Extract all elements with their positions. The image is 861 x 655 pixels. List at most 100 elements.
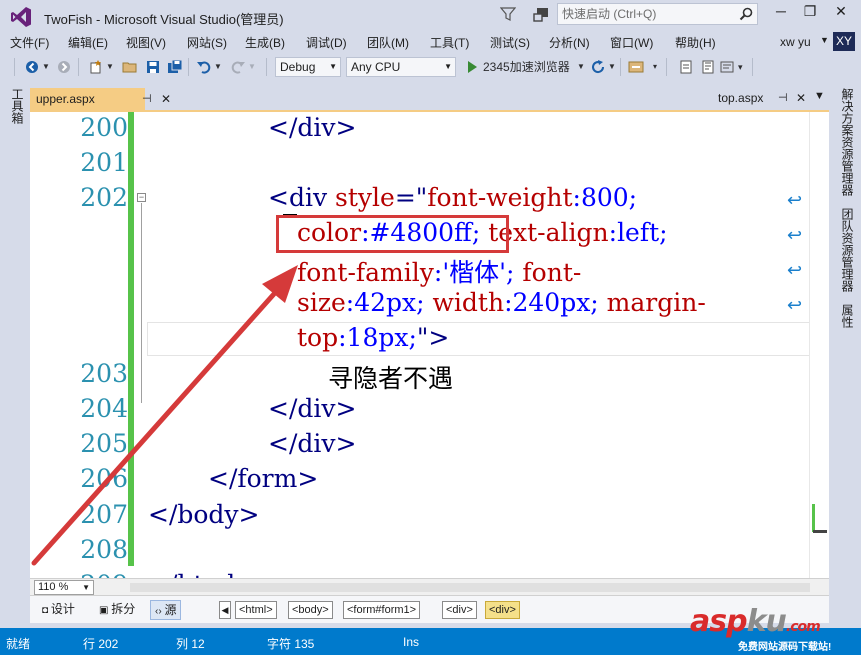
code-token: :18px; bbox=[338, 323, 417, 352]
vertical-scrollbar[interactable] bbox=[809, 112, 829, 578]
menu-help[interactable]: 帮助(H) bbox=[675, 34, 716, 51]
restore-button[interactable]: ❐ bbox=[796, 3, 824, 25]
collapse-icon[interactable]: − bbox=[137, 193, 146, 202]
design-view-button[interactable]: ◘ 设计 bbox=[38, 600, 79, 620]
save-all-icon[interactable] bbox=[167, 59, 183, 75]
menu-view[interactable]: 视图(V) bbox=[126, 34, 166, 51]
toolbar-separator bbox=[752, 58, 753, 76]
redo-dropdown-icon[interactable]: ▼ bbox=[248, 58, 256, 76]
document-outline-icon[interactable] bbox=[678, 59, 694, 75]
code-editor[interactable]: 200 201 202 203 204 205 206 207 208 209 … bbox=[30, 112, 829, 578]
menu-tools[interactable]: 工具(T) bbox=[430, 34, 469, 51]
tab-label: upper.aspx bbox=[36, 92, 95, 106]
feedback-icon[interactable] bbox=[532, 6, 550, 24]
menu-window[interactable]: 窗口(W) bbox=[610, 34, 653, 51]
toolbox-tab[interactable]: 工具箱 bbox=[9, 88, 26, 124]
breadcrumb-div[interactable]: <div> bbox=[442, 601, 477, 619]
run-target-label[interactable]: 2345加速浏览器 bbox=[483, 58, 570, 76]
redo-icon[interactable] bbox=[230, 59, 246, 75]
quick-launch-input[interactable] bbox=[558, 4, 728, 24]
breadcrumb-scroll-left-icon[interactable]: ◀ bbox=[219, 601, 231, 619]
editor-bottom-bar: 110 % ▼ bbox=[30, 578, 829, 595]
horizontal-scrollbar[interactable] bbox=[130, 583, 810, 592]
code-token: =" bbox=[394, 183, 428, 212]
pin-icon[interactable]: ⊣ bbox=[778, 91, 788, 104]
new-dropdown-icon[interactable]: ▼ bbox=[106, 58, 114, 76]
menu-edit[interactable]: 编辑(E) bbox=[68, 34, 108, 51]
annotation-highlight-box bbox=[276, 215, 509, 253]
start-debugging-icon[interactable] bbox=[464, 59, 480, 75]
menu-bar: 文件(F) 编辑(E) 视图(V) 网站(S) 生成(B) 调试(D) 团队(M… bbox=[0, 32, 861, 52]
code-token: <div bbox=[268, 183, 336, 212]
tab-top-aspx[interactable]: top.aspx bbox=[718, 91, 763, 105]
code-token: margin- bbox=[598, 288, 706, 317]
toolbar-separator bbox=[266, 58, 267, 76]
toolbar: ▼ ▼ ▼ ▼ Debug ▼ Any CPU ▼ 2345加速浏览器 ▼ ▼ … bbox=[0, 54, 861, 80]
configuration-select[interactable]: Debug ▼ bbox=[275, 57, 341, 77]
line-number: 205 bbox=[80, 429, 128, 458]
code-line: </html> bbox=[148, 570, 256, 578]
close-tab-icon[interactable]: ✕ bbox=[796, 91, 806, 105]
pin-icon[interactable]: ⊣ bbox=[142, 88, 152, 110]
breadcrumb-body[interactable]: <body> bbox=[288, 601, 333, 619]
browser-link-icon[interactable] bbox=[628, 59, 644, 75]
open-folder-icon[interactable] bbox=[122, 59, 138, 75]
close-window-button[interactable]: ✕ bbox=[827, 3, 855, 25]
split-view-button[interactable]: ▣ 拆分 bbox=[95, 600, 139, 620]
refresh-dropdown-icon[interactable]: ▼ bbox=[608, 58, 616, 76]
search-icon[interactable] bbox=[739, 7, 753, 21]
menu-build[interactable]: 生成(B) bbox=[245, 34, 285, 51]
menu-test[interactable]: 测试(S) bbox=[490, 34, 530, 51]
code-token: :800; bbox=[572, 183, 638, 212]
code-line: <div style="font-weight:800; bbox=[268, 183, 637, 212]
comment-icon[interactable] bbox=[719, 59, 735, 75]
split-icon: ▣ bbox=[99, 605, 112, 616]
avatar[interactable]: XY bbox=[833, 32, 855, 51]
tab-upper-aspx[interactable]: upper.aspx ⊣ ✕ bbox=[30, 88, 171, 110]
toolbar-separator bbox=[620, 58, 621, 76]
menu-analyze[interactable]: 分析(N) bbox=[549, 34, 590, 51]
zoom-select[interactable]: 110 % ▼ bbox=[34, 580, 94, 595]
refresh-icon[interactable] bbox=[590, 59, 606, 75]
breadcrumb-div-active[interactable]: <div> bbox=[485, 601, 520, 619]
solution-explorer-tab[interactable]: 解决方案资源管理器 bbox=[839, 88, 856, 196]
design-label: 设计 bbox=[50, 602, 75, 616]
menu-debug[interactable]: 调试(D) bbox=[306, 34, 347, 51]
undo-icon[interactable] bbox=[196, 59, 212, 75]
minimize-button[interactable]: ─ bbox=[767, 3, 795, 25]
menu-website[interactable]: 网站(S) bbox=[187, 34, 227, 51]
team-explorer-tab[interactable]: 团队资源管理器 bbox=[839, 208, 856, 292]
code-token: top bbox=[297, 323, 339, 352]
toolbar-overflow-icon[interactable]: ▾ bbox=[738, 58, 743, 76]
configuration-value: Debug bbox=[280, 60, 316, 74]
code-line: top:18px;"> bbox=[297, 323, 449, 352]
new-project-icon[interactable] bbox=[88, 59, 104, 75]
properties-tab[interactable]: 属性 bbox=[839, 304, 856, 328]
source-view-button[interactable]: ‹› 源 bbox=[150, 600, 182, 620]
tab-overflow-icon[interactable]: ▼ bbox=[814, 90, 825, 102]
menu-team[interactable]: 团队(M) bbox=[367, 34, 409, 51]
user-dropdown-icon[interactable]: ▼ bbox=[820, 35, 829, 45]
save-icon[interactable] bbox=[145, 59, 161, 75]
run-target-dropdown-icon[interactable]: ▼ bbox=[577, 58, 585, 76]
code-token: :left; bbox=[608, 218, 668, 247]
platform-select[interactable]: Any CPU ▼ bbox=[346, 57, 456, 77]
status-line: 行 202 bbox=[83, 637, 119, 651]
undo-dropdown-icon[interactable]: ▼ bbox=[214, 58, 222, 76]
user-name[interactable]: xw yu bbox=[780, 35, 811, 49]
code-token: font-weight bbox=[427, 183, 573, 212]
more-toolbar-icon[interactable]: ▾ bbox=[653, 58, 657, 76]
breadcrumb-form[interactable]: <form#form1> bbox=[343, 601, 421, 619]
menu-file[interactable]: 文件(F) bbox=[10, 34, 49, 51]
code-token: width bbox=[424, 288, 505, 317]
bookmark-icon[interactable] bbox=[700, 59, 716, 75]
line-number: 202 bbox=[80, 183, 128, 212]
toolbar-separator bbox=[666, 58, 667, 76]
breadcrumb-html[interactable]: <html> bbox=[235, 601, 277, 619]
quick-launch-box[interactable] bbox=[557, 3, 758, 25]
back-icon[interactable] bbox=[24, 59, 40, 75]
back-dropdown-icon[interactable]: ▼ bbox=[42, 58, 50, 76]
close-tab-icon[interactable]: ✕ bbox=[161, 88, 171, 110]
filter-icon[interactable] bbox=[500, 6, 516, 22]
forward-icon[interactable] bbox=[56, 59, 72, 75]
